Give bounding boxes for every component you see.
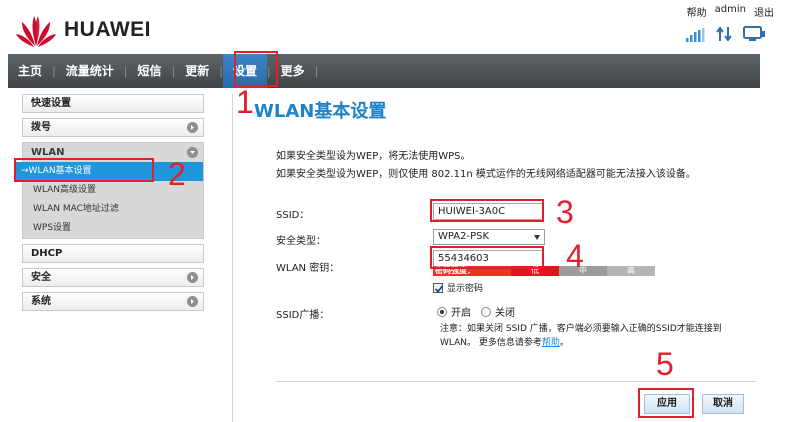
nav-home[interactable]: 主页: [8, 54, 52, 88]
sidebar-item-label: 安全: [31, 272, 51, 283]
help-link-inline[interactable]: 帮助: [542, 338, 560, 348]
data-transfer-icon: [716, 26, 732, 42]
chevron-down-icon: [187, 147, 198, 158]
sidebar: 快速设置 拨号 WLAN →WLAN基本设置 WLAN高级设置 WLAN MAC…: [15, 94, 204, 316]
brand-name: HUAWEI: [64, 18, 151, 41]
sidebar-item-quick-setup[interactable]: 快速设置: [22, 94, 204, 113]
show-password-row: 显示密码: [433, 281, 483, 294]
help-link[interactable]: 帮助: [687, 4, 707, 19]
broadcast-on-radio[interactable]: [437, 306, 447, 317]
status-icons: [686, 26, 766, 42]
annotation-number-1: 1: [236, 84, 254, 120]
annotation-box-wlan-basic: [14, 158, 154, 182]
sidebar-item-system[interactable]: 系统: [22, 292, 204, 311]
strength-high: 高: [607, 266, 655, 276]
sidebar-item-dhcp[interactable]: DHCP: [22, 244, 204, 263]
sidebar-item-security[interactable]: 安全: [22, 268, 204, 287]
security-type-value: WPA2-PSK: [438, 231, 490, 242]
user-link[interactable]: admin: [715, 4, 746, 19]
nav-separator: |: [314, 64, 319, 78]
security-type-select[interactable]: WPA2-PSK: [433, 229, 545, 245]
sidebar-item-wlan-mac-filter[interactable]: WLAN MAC地址过滤: [23, 200, 203, 219]
wlan-key-label: WLAN 密钥：: [276, 263, 340, 274]
main-nav: 主页 | 流量统计 | 短信 | 更新 | 设置 | 更多 |: [8, 54, 760, 88]
cancel-button[interactable]: 取消: [702, 394, 744, 414]
ssid-broadcast-label: SSID广播：: [276, 310, 330, 321]
security-type-label: 安全类型：: [276, 236, 326, 247]
broadcast-off-label: 关闭: [495, 308, 515, 319]
broadcast-hint: 注意：如果关闭 SSID 广播，客户端必须要输入正确的SSID才能连接到 WLA…: [440, 322, 760, 350]
ssid-label: SSID：: [276, 210, 310, 221]
sidebar-item-label: DHCP: [31, 248, 63, 259]
logout-link[interactable]: 退出: [754, 4, 774, 19]
sidebar-item-label: WLAN: [31, 147, 65, 158]
sidebar-item-label: 拨号: [31, 122, 51, 133]
hint-line-1: 注意：如果关闭 SSID 广播，客户端必须要输入正确的SSID才能连接到: [440, 324, 722, 334]
notes: 如果安全类型设为WEP，将无法使用WPS。 如果安全类型设为WEP，则仅使用 8…: [276, 148, 696, 184]
annotation-box-apply: [638, 388, 694, 418]
content-divider: [232, 94, 233, 422]
sidebar-item-dial[interactable]: 拨号: [22, 118, 204, 137]
annotation-number-2: 2: [168, 156, 186, 192]
broadcast-on-label: 开启: [451, 308, 471, 319]
chevron-right-icon: [187, 122, 198, 133]
hint-line-2: WLAN。 更多信息请参考帮助。: [440, 336, 760, 350]
show-password-label: 显示密码: [447, 284, 484, 294]
sidebar-item-wps[interactable]: WPS设置: [23, 219, 203, 238]
broadcast-off-radio[interactable]: [481, 306, 491, 317]
huawei-logo: HUAWEI: [14, 12, 151, 48]
footer-divider: [276, 381, 756, 382]
hint-end: 。: [559, 338, 569, 348]
annotation-number-5: 5: [656, 346, 674, 382]
annotation-box-settings: [234, 51, 278, 87]
signal-icon: [686, 28, 705, 42]
computer-icon: [743, 26, 765, 41]
top-links: 帮助 admin 退出: [687, 4, 774, 19]
huawei-flower-icon: [14, 12, 58, 48]
nav-sms[interactable]: 短信: [127, 54, 171, 88]
chevron-right-icon: [187, 296, 198, 307]
ssid-broadcast-options: 开启 关闭: [437, 304, 515, 319]
annotation-box-key: [430, 246, 544, 269]
page-title: WLAN基本设置: [254, 101, 387, 122]
annotation-number-4: 4: [566, 238, 584, 274]
nav-traffic-stats[interactable]: 流量统计: [56, 54, 124, 88]
chevron-down-icon: [534, 235, 540, 240]
annotation-box-ssid: [430, 199, 544, 222]
note-wep-80211n: 如果安全类型设为WEP，则仅使用 802.11n 模式运作的无线网络适配器可能无…: [276, 169, 696, 180]
note-wep-wps: 如果安全类型设为WEP，将无法使用WPS。: [276, 151, 471, 162]
hint-text: WLAN。 更多信息请参考: [440, 338, 542, 348]
sidebar-item-label: 系统: [31, 296, 51, 307]
annotation-number-3: 3: [556, 194, 574, 230]
show-password-checkbox[interactable]: [433, 282, 444, 293]
chevron-right-icon: [187, 272, 198, 283]
nav-update[interactable]: 更新: [175, 54, 219, 88]
sidebar-item-label: 快速设置: [31, 98, 71, 109]
